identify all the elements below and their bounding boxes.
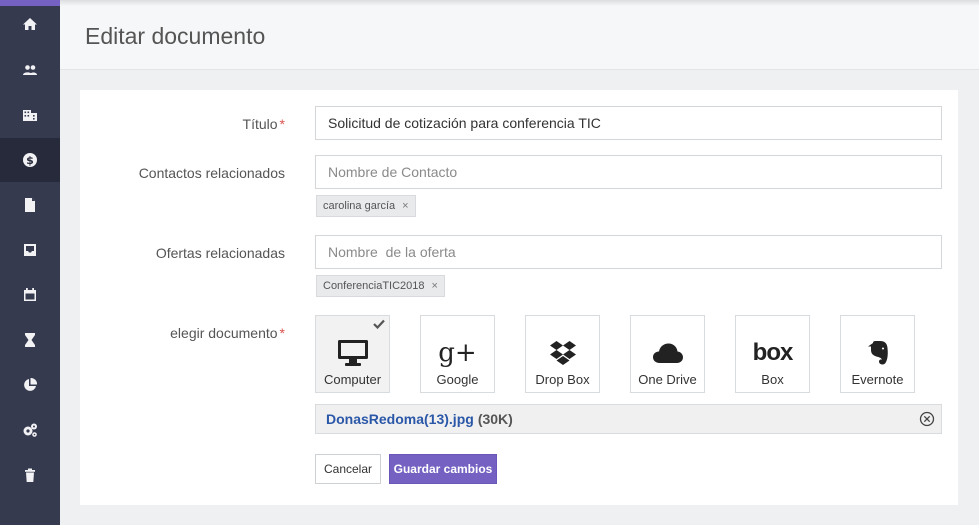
sidebar-item-documents[interactable] (0, 183, 60, 227)
gears-icon (23, 423, 37, 437)
evernote-icon (867, 341, 888, 365)
sidebar-item-settings[interactable] (0, 408, 60, 452)
offer-tag-label: ConferenciaTIC2018 (323, 280, 425, 292)
users-icon (23, 65, 37, 75)
contact-search-input[interactable] (315, 155, 942, 189)
sidebar-item-tasks[interactable] (0, 318, 60, 362)
sidebar-item-home[interactable] (0, 2, 60, 46)
sidebar: $ (0, 0, 60, 525)
title-label: Título * (242, 116, 285, 132)
file-name-link[interactable]: DonasRedoma(13).jpg (326, 411, 474, 427)
required-mark: * (279, 116, 285, 132)
sidebar-item-inbox[interactable] (0, 228, 60, 272)
dropbox-icon (549, 341, 576, 365)
sidebar-item-sales[interactable]: $ (0, 138, 60, 182)
pie-chart-icon (24, 377, 38, 391)
contact-tag-label: carolina garcía (323, 200, 396, 212)
source-evernote[interactable]: Evernote (840, 315, 915, 393)
source-name: Box (761, 372, 784, 387)
sidebar-item-calendar[interactable] (0, 273, 60, 317)
source-name: One Drive (638, 372, 697, 387)
svg-text:$: $ (26, 154, 34, 167)
sidebar-item-companies[interactable] (0, 93, 60, 137)
source-computer[interactable]: Computer (315, 315, 390, 393)
contacts-label: Contactos relacionados (138, 165, 285, 181)
remove-offer-tag-button[interactable]: × (432, 280, 438, 292)
cloud-icon (652, 343, 683, 363)
source-dropbox[interactable]: Drop Box (525, 315, 600, 393)
title-input[interactable] (315, 106, 942, 140)
required-mark: * (279, 325, 285, 341)
box-icon: box (752, 339, 794, 366)
cancel-button[interactable]: Cancelar (315, 454, 381, 484)
save-changes-button[interactable]: Guardar cambios (389, 454, 497, 484)
hourglass-icon (25, 333, 35, 347)
page-header: Editar documento (60, 0, 979, 70)
page-title: Editar documento (85, 23, 266, 49)
google-plus-icon: g+ (438, 338, 477, 368)
document-label: elegir documento * (170, 325, 285, 341)
source-onedrive[interactable]: One Drive (630, 315, 705, 393)
trash-icon (25, 468, 35, 482)
building-icon (23, 110, 37, 121)
sidebar-item-trash[interactable] (0, 453, 60, 497)
dollar-icon: $ (23, 153, 37, 167)
document-icon (25, 198, 35, 212)
calendar-icon (24, 288, 36, 301)
source-name: Drop Box (535, 372, 590, 387)
offer-tag: ConferenciaTIC2018 × (316, 275, 445, 297)
sidebar-item-contacts[interactable] (0, 48, 60, 92)
contact-tag: carolina garcía × (316, 195, 416, 217)
source-google[interactable]: g+ Google (420, 315, 495, 393)
check-icon (373, 319, 385, 329)
file-size: (30K) (477, 411, 513, 427)
source-name: Evernote (851, 372, 904, 387)
remove-contact-tag-button[interactable]: × (402, 200, 408, 212)
monitor-icon (337, 340, 368, 366)
source-name: Google (436, 372, 479, 387)
source-name: Computer (323, 372, 382, 387)
sidebar-item-reports[interactable] (0, 363, 60, 407)
remove-file-icon[interactable] (919, 411, 935, 427)
inbox-icon (24, 244, 36, 256)
offers-label: Ofertas relacionadas (155, 245, 285, 261)
home-icon (23, 18, 37, 30)
edit-document-form (80, 90, 958, 505)
source-box[interactable]: box Box (735, 315, 810, 393)
offer-search-input[interactable] (315, 235, 942, 269)
selected-file: DonasRedoma(13).jpg (30K) (315, 404, 942, 434)
